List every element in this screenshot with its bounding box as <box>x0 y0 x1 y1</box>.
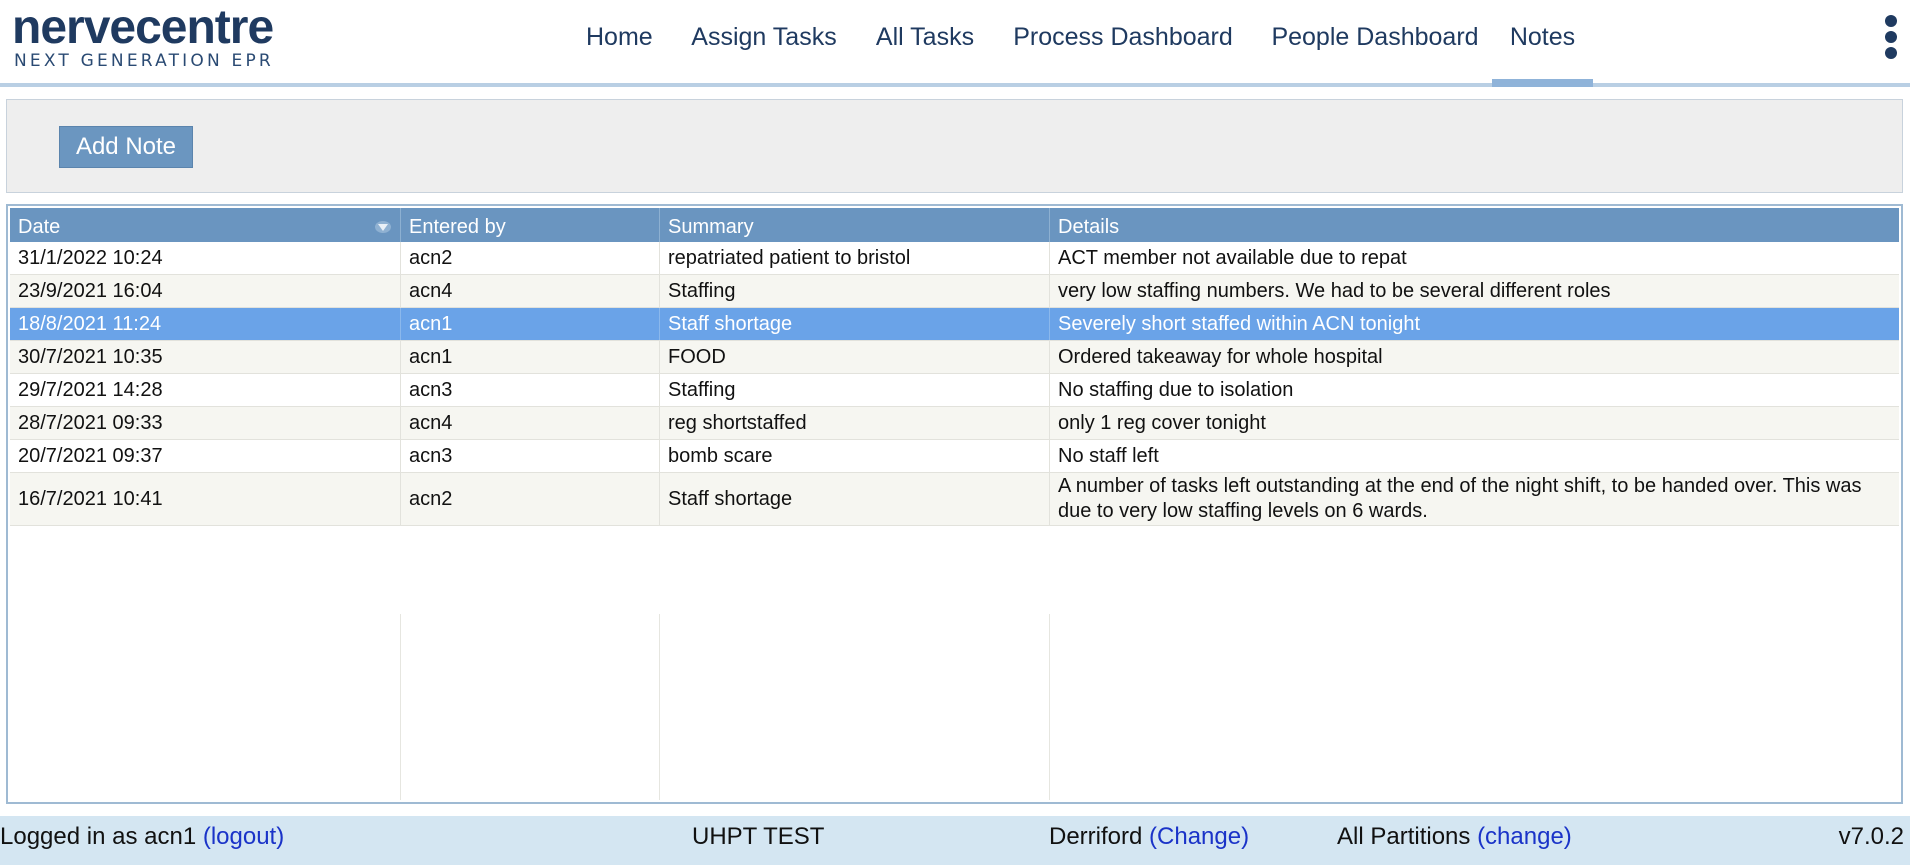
nav-notes[interactable]: Notes <box>1492 0 1593 87</box>
cell-date: 29/7/2021 14:28 <box>18 378 163 401</box>
nav-process-dashboard[interactable]: Process Dashboard <box>1013 0 1233 83</box>
logout-link[interactable]: (logout) <box>203 823 284 850</box>
nav-assign-tasks[interactable]: Assign Tasks <box>691 0 837 83</box>
cell-entered-by: acn1 <box>400 341 659 373</box>
cell-details: very low staffing numbers. We had to be … <box>1049 275 1899 307</box>
cell-summary: Staff shortage <box>659 308 1049 340</box>
version-label: v7.0.2 <box>1838 823 1904 850</box>
table-row[interactable]: 23/9/2021 16:04 acn4 Staffing very low staf… <box>10 275 1899 308</box>
table-row[interactable]: 28/7/2021 09:33 acn4 reg shortstaffed only … <box>10 407 1899 440</box>
nervecentre-logo[interactable]: nervecentre NEXT GENERATION EPR <box>12 2 302 74</box>
column-divider <box>1049 614 1050 800</box>
logo-wordmark: nervecentre <box>12 1 274 54</box>
site-name: Derriford <box>1049 823 1143 850</box>
nav-all-tasks[interactable]: All Tasks <box>875 0 975 83</box>
cell-date: 18/8/2021 11:24 <box>18 312 162 335</box>
cell-entered-by: acn3 <box>400 374 659 406</box>
column-divider <box>659 614 660 800</box>
column-header-entered-by[interactable]: Entered by <box>400 208 659 242</box>
column-header-date[interactable]: Date <box>10 208 400 242</box>
cell-details: A number of tasks left outstanding at th… <box>1049 473 1899 525</box>
cell-summary: repatriated patient to bristol <box>659 242 1049 274</box>
notes-table: Date Entered by Summary Details 31/1/202… <box>6 204 1903 804</box>
logo-tagline: NEXT GENERATION EPR <box>14 51 274 71</box>
change-partitions-link[interactable]: (change) <box>1477 823 1572 850</box>
cell-date: 16/7/2021 10:41 <box>18 487 163 510</box>
add-note-button[interactable]: Add Note <box>59 126 193 168</box>
cell-summary: FOOD <box>659 341 1049 373</box>
change-site-link[interactable]: (Change) <box>1149 823 1249 850</box>
cell-entered-by: acn2 <box>400 242 659 274</box>
logged-in-text: Logged in as acn1 <box>0 823 197 850</box>
table-body: 31/1/2022 10:24 acn2 repatriated patient t… <box>10 242 1899 526</box>
kebab-menu-icon[interactable] <box>1876 13 1906 61</box>
sort-descending-icon[interactable] <box>374 220 392 234</box>
app-header: nervecentre NEXT GENERATION EPR Home Ass… <box>0 0 1910 87</box>
cell-details: ACT member not available due to repat <box>1049 242 1899 274</box>
nav-people-dashboard[interactable]: People Dashboard <box>1271 0 1479 83</box>
column-header-summary[interactable]: Summary <box>659 208 1049 242</box>
cell-summary: Staff shortage <box>659 473 1049 525</box>
environment-label: UHPT TEST <box>692 823 825 850</box>
cell-entered-by: acn4 <box>400 407 659 439</box>
column-header-label: Date <box>18 216 61 238</box>
login-status: Logged in as acn1 (logout) <box>0 816 284 858</box>
table-row[interactable]: 18/8/2021 11:24 acn1 Staff shortage Severel… <box>10 308 1899 341</box>
site-status: Derriford (Change) <box>1049 816 1249 858</box>
notes-toolbar: Add Note <box>6 99 1903 193</box>
cell-summary: bomb scare <box>659 440 1049 472</box>
nav-home[interactable]: Home <box>586 0 653 83</box>
table-row[interactable]: 31/1/2022 10:24 acn2 repatriated patient t… <box>10 242 1899 275</box>
cell-details: Ordered takeaway for whole hospital <box>1049 341 1899 373</box>
cell-date: 30/7/2021 10:35 <box>18 345 163 368</box>
cell-date: 23/9/2021 16:04 <box>18 279 163 302</box>
cell-summary: Staffing <box>659 275 1049 307</box>
cell-details: No staff left <box>1049 440 1899 472</box>
status-bar: Logged in as acn1 (logout) UHPT TEST Der… <box>0 816 1910 865</box>
table-row[interactable]: 20/7/2021 09:37 acn3 bomb scare No staff le… <box>10 440 1899 473</box>
cell-summary: Staffing <box>659 374 1049 406</box>
table-empty-area <box>10 614 1899 800</box>
cell-entered-by: acn3 <box>400 440 659 472</box>
cell-entered-by: acn1 <box>400 308 659 340</box>
cell-entered-by: acn4 <box>400 275 659 307</box>
cell-details: Severely short staffed within ACN tonigh… <box>1049 308 1899 340</box>
column-divider <box>400 614 401 800</box>
table-row[interactable]: 29/7/2021 14:28 acn3 Staffing No staffing d… <box>10 374 1899 407</box>
cell-details: only 1 reg cover tonight <box>1049 407 1899 439</box>
table-header: Date Entered by Summary Details <box>10 208 1899 242</box>
table-row[interactable]: 16/7/2021 10:41 acn2 Staff shortage A numbe… <box>10 473 1899 526</box>
partitions-status: All Partitions (change) <box>1337 816 1572 858</box>
cell-date: 28/7/2021 09:33 <box>18 411 163 434</box>
partitions-name: All Partitions <box>1337 823 1471 850</box>
cell-date: 31/1/2022 10:24 <box>18 246 163 269</box>
cell-date: 20/7/2021 09:37 <box>18 444 163 467</box>
cell-details: No staffing due to isolation <box>1049 374 1899 406</box>
cell-entered-by: acn2 <box>400 473 659 525</box>
cell-summary: reg shortstaffed <box>659 407 1049 439</box>
table-row[interactable]: 30/7/2021 10:35 acn1 FOOD Ordered takeaway … <box>10 341 1899 374</box>
column-header-details[interactable]: Details <box>1049 208 1899 242</box>
